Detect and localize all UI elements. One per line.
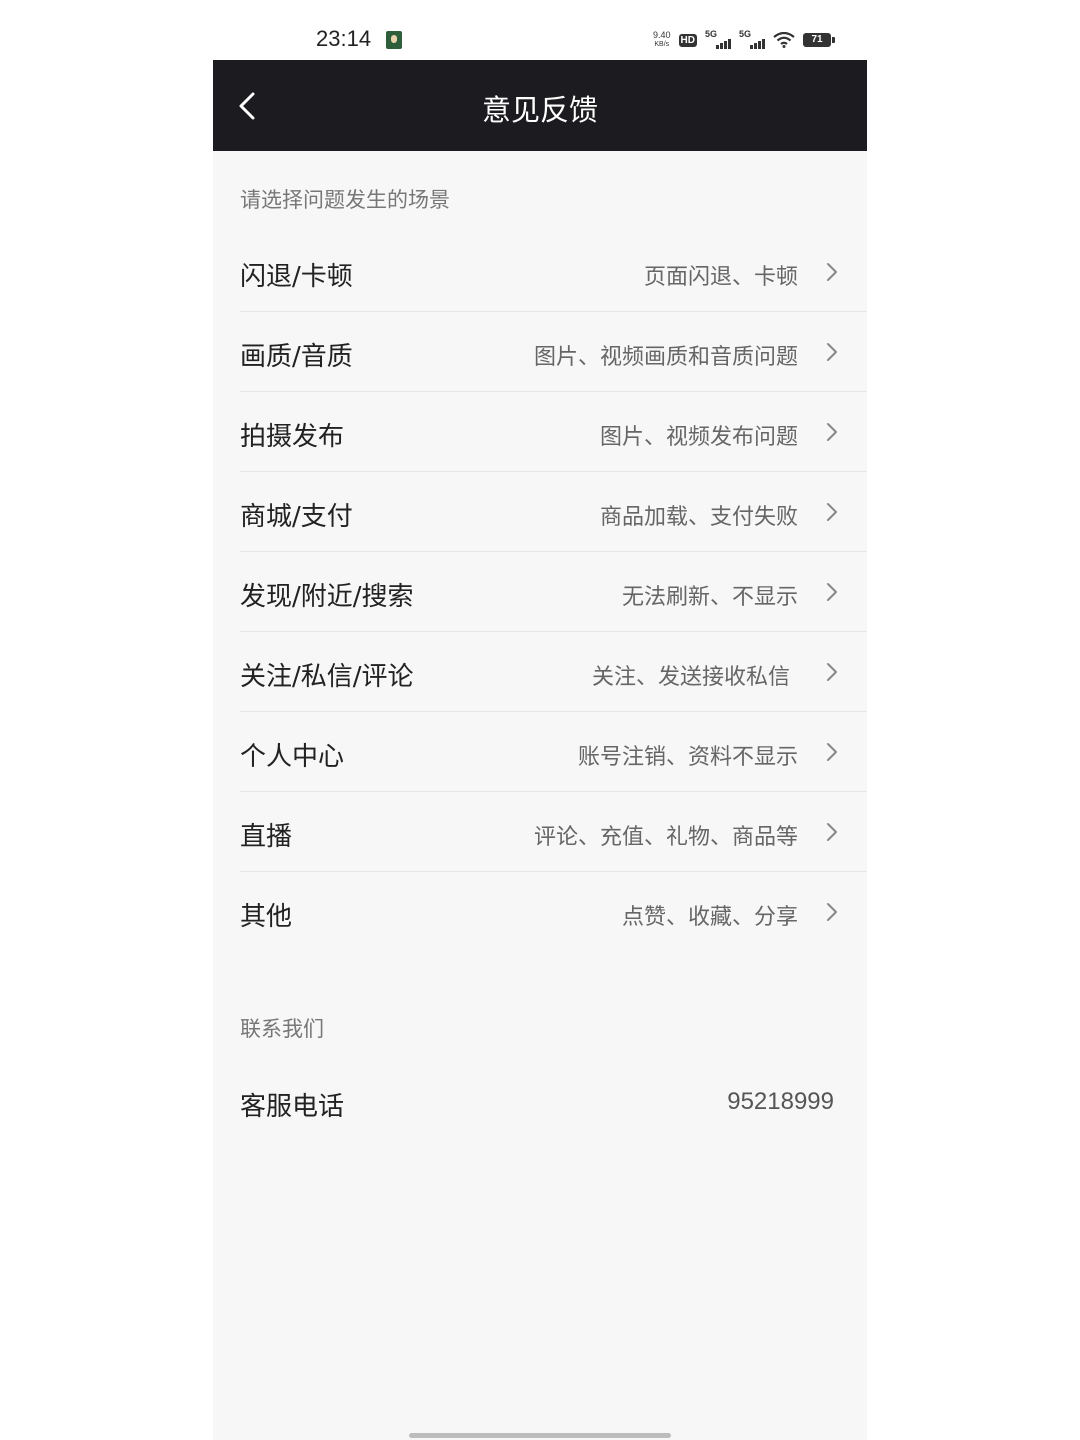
scene-item-desc: 页面闪退、卡顿 [643, 265, 798, 290]
status-bar: 23:14 9.40 KB/s HD 5G 5G 71 [213, 0, 867, 60]
scene-item-mall-payment[interactable]: 商城/支付 商品加载、支付失败 [240, 472, 867, 552]
network-speed: 9.40 KB/s [653, 31, 671, 49]
scene-item-discover-search[interactable]: 发现/附近/搜索 无法刷新、不显示 [240, 552, 867, 632]
status-icons: 9.40 KB/s HD 5G 5G 71 [653, 28, 835, 52]
scene-item-shoot-publish[interactable]: 拍摄发布 图片、视频发布问题 [240, 392, 867, 472]
network-speed-value: 9.40 [653, 30, 671, 40]
signal-label: 5G [739, 29, 752, 39]
scene-item-desc: 图片、视频发布问题 [599, 425, 798, 450]
page-title: 意见反馈 [481, 93, 598, 127]
scene-item-profile[interactable]: 个人中心 账号注销、资料不显示 [240, 712, 867, 792]
home-indicator[interactable] [409, 1433, 671, 1438]
chevron-right-icon [827, 663, 837, 681]
scene-item-title: 关注/私信/评论 [240, 662, 414, 692]
scene-item-title: 商城/支付 [240, 502, 353, 532]
signal-label: 5G [705, 29, 718, 39]
chevron-right-icon [827, 823, 837, 841]
wifi-icon [773, 32, 795, 48]
scene-item-desc: 关注、发送接收私信 [591, 665, 790, 690]
chevron-right-icon [827, 583, 837, 601]
scene-item-title: 其他 [240, 902, 293, 932]
scene-item-title: 发现/附近/搜索 [240, 582, 414, 612]
header-bar: 意见反馈 [213, 60, 867, 151]
scene-item-live[interactable]: 直播 评论、充值、礼物、商品等 [240, 792, 867, 872]
network-speed-unit: KB/s [654, 41, 670, 48]
customer-service-phone[interactable]: 客服电话 95218999 [240, 1062, 867, 1142]
customer-service-label: 客服电话 [240, 1092, 345, 1122]
scene-item-title: 闪退/卡顿 [240, 262, 353, 292]
signal-5g-icon: 5G [705, 29, 731, 49]
status-time: 23:14 [316, 26, 372, 51]
chevron-right-icon [827, 503, 837, 521]
chevron-right-icon [827, 743, 837, 761]
scene-item-desc: 账号注销、资料不显示 [577, 745, 798, 770]
scene-section-label: 请选择问题发生的场景 [240, 188, 450, 212]
scene-item-desc: 商品加载、支付失败 [599, 505, 798, 530]
scene-item-follow-message[interactable]: 关注/私信/评论 关注、发送接收私信 [240, 632, 867, 712]
scene-item-title: 直播 [240, 822, 293, 852]
signal-5g-icon: 5G [739, 29, 765, 49]
scene-item-desc: 评论、充值、礼物、商品等 [533, 825, 798, 850]
chevron-right-icon [827, 343, 837, 361]
chevron-right-icon [827, 423, 837, 441]
hd-voice-icon: HD [678, 33, 697, 47]
scene-item-desc: 无法刷新、不显示 [621, 585, 798, 610]
scene-item-crash[interactable]: 闪退/卡顿 页面闪退、卡顿 [240, 232, 867, 312]
chevron-right-icon [827, 903, 837, 921]
customer-service-number: 95218999 [727, 1088, 834, 1115]
contact-section-label: 联系我们 [240, 1017, 324, 1041]
scene-item-desc: 图片、视频画质和音质问题 [533, 345, 798, 370]
scene-item-other[interactable]: 其他 点赞、收藏、分享 [240, 872, 867, 952]
chevron-right-icon [827, 263, 837, 281]
scene-item-title: 拍摄发布 [240, 422, 345, 452]
notification-app-icon [386, 31, 402, 49]
scene-item-quality[interactable]: 画质/音质 图片、视频画质和音质问题 [240, 312, 867, 392]
scene-item-title: 画质/音质 [240, 342, 353, 372]
scene-item-desc: 点赞、收藏、分享 [621, 905, 798, 930]
battery-icon: 71 [803, 33, 835, 47]
scene-item-title: 个人中心 [240, 742, 345, 772]
